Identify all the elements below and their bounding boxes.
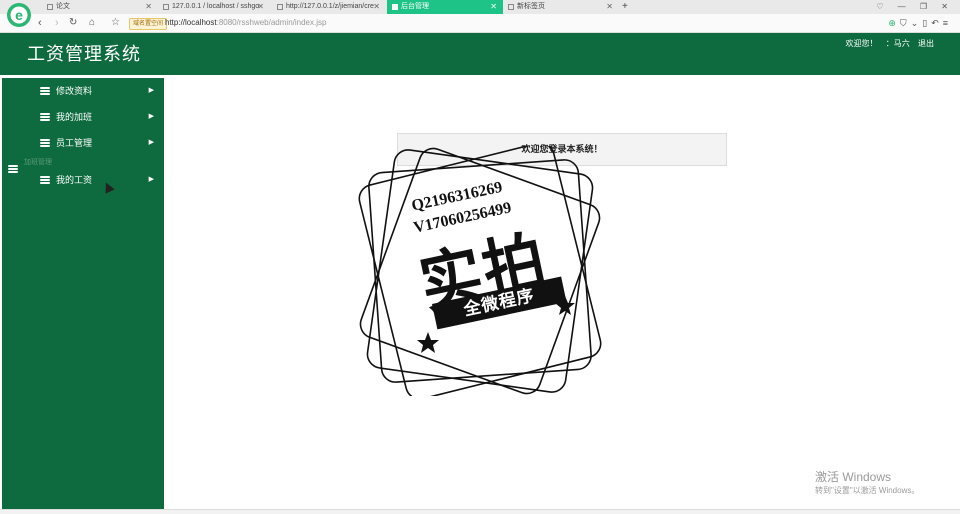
extension-icon[interactable]: ⊕ (888, 18, 900, 28)
user-info: 欢迎您！ ：马六 退出 (840, 38, 934, 50)
browser-status-bar (0, 509, 960, 514)
star-icon[interactable]: ☆ (111, 16, 120, 30)
sidebar-item-label: 员工管理 (56, 138, 93, 148)
list-icon (40, 176, 50, 184)
watermark-line2: 转到"设置"以激活 Windows。 (815, 486, 920, 495)
close-icon[interactable]: ✕ (606, 0, 613, 14)
tab-label: 127.0.0.1 / localhost / sshgo (172, 3, 260, 10)
watermark-line1: 激活 Windows (815, 470, 892, 484)
username: 马六 (893, 39, 910, 48)
browser-tools[interactable]: ⊕⛉⌄▯↶≡ (888, 17, 952, 29)
page-icon (277, 4, 283, 10)
url-input[interactable]: http://localhost:8080/rsshweb/admin/inde… (165, 17, 326, 29)
url-host: http://localhost (165, 18, 217, 27)
browser-logo-icon[interactable]: e (6, 2, 32, 28)
grid-icon (508, 4, 514, 10)
sidebar-item-label: 我的加班 (56, 112, 93, 122)
tab-4[interactable]: 新标签页 ✕ (503, 0, 619, 14)
stamp-watermark: Q2196316269 V17060256499 实拍 全微程序 (340, 146, 620, 396)
page-icon (392, 4, 398, 10)
tab-0[interactable]: 论文 ✕ (42, 0, 158, 14)
list-icon (40, 113, 50, 121)
user-separator: ： (885, 39, 894, 48)
menu-icon[interactable]: ≡ (943, 18, 952, 28)
phone-icon[interactable]: ▯ (922, 18, 931, 28)
arrow-right-icon: ▶ (148, 139, 154, 146)
warning-icon (163, 4, 169, 10)
close-icon[interactable]: ✕ (490, 0, 497, 14)
arrow-right-icon: ▶ (148, 87, 154, 94)
tab-label: 论文 (56, 3, 70, 10)
back-icon[interactable]: ‹ (38, 16, 42, 30)
tab-label: http://127.0.0.1/z/jiemian/cre (286, 3, 374, 10)
new-tab-button[interactable]: + (622, 0, 628, 14)
list-icon (40, 139, 50, 147)
sidebar-item-my-overtime[interactable]: 我的加班 ▶ (2, 106, 164, 128)
domain-badge[interactable]: 域名置空间 (129, 18, 168, 30)
window-controls[interactable]: ♡ — ❐ ✕ (876, 0, 954, 14)
list-icon (40, 87, 50, 95)
home-icon[interactable]: ⌂ (89, 16, 95, 30)
browser-tab-strip: e 论文 ✕ 127.0.0.1 / localhost / sshgo ✕ h… (0, 0, 960, 27)
shield-icon[interactable]: ⛉ (900, 18, 911, 28)
tab-3-active[interactable]: 后台管理 ✕ (387, 0, 503, 14)
tab-label: 后台管理 (401, 3, 429, 10)
sidebar-item-label: 我的工资 (56, 175, 93, 185)
close-icon[interactable]: ✕ (373, 0, 380, 14)
arrow-right-icon: ▶ (148, 113, 154, 120)
windows-activation-watermark: 激活 Windows 转到"设置"以激活 Windows。 (815, 471, 919, 497)
sidebar: 修改资料 ▶ 我的加班 ▶ 员工管理 ▶ 加班管理 我的工资 ▶ (2, 78, 164, 513)
undo-icon[interactable]: ↶ (931, 18, 943, 28)
svg-text:e: e (15, 7, 23, 23)
tab-2[interactable]: http://127.0.0.1/z/jiemian/cre ✕ (272, 0, 386, 14)
close-icon[interactable]: ✕ (257, 0, 264, 14)
url-path: :8080/rsshweb/admin/index.jsp (216, 18, 327, 27)
forward-icon[interactable]: › (55, 16, 59, 30)
sidebar-item-employee-management[interactable]: 员工管理 ▶ (2, 132, 164, 154)
sidebar-item-label: 修改资料 (56, 86, 93, 96)
page-icon (47, 4, 53, 10)
chevron-down-icon[interactable]: ⌄ (911, 18, 923, 28)
sidebar-item-my-salary[interactable]: 我的工资 ▶ (2, 169, 164, 191)
refresh-icon[interactable]: ↻ (69, 16, 77, 30)
address-bar: ‹ › ↻ ⌂ ☆ 域名置空间 http://localhost:8080/rs… (0, 14, 960, 33)
welcome-text: 欢迎您！ (845, 39, 878, 48)
arrow-right-icon: ▶ (148, 176, 154, 183)
tab-1[interactable]: 127.0.0.1 / localhost / sshgo ✕ (158, 0, 270, 14)
app-header: 工资管理系统 欢迎您！ ：马六 退出 (0, 33, 960, 75)
close-icon[interactable]: ✕ (145, 0, 152, 14)
sidebar-sub-label: 加班管理 (24, 159, 52, 166)
app-title: 工资管理系统 (27, 44, 141, 64)
logout-link[interactable]: 退出 (918, 39, 934, 48)
tab-label: 新标签页 (517, 3, 545, 10)
sidebar-item-edit-profile[interactable]: 修改资料 ▶ (2, 80, 164, 102)
